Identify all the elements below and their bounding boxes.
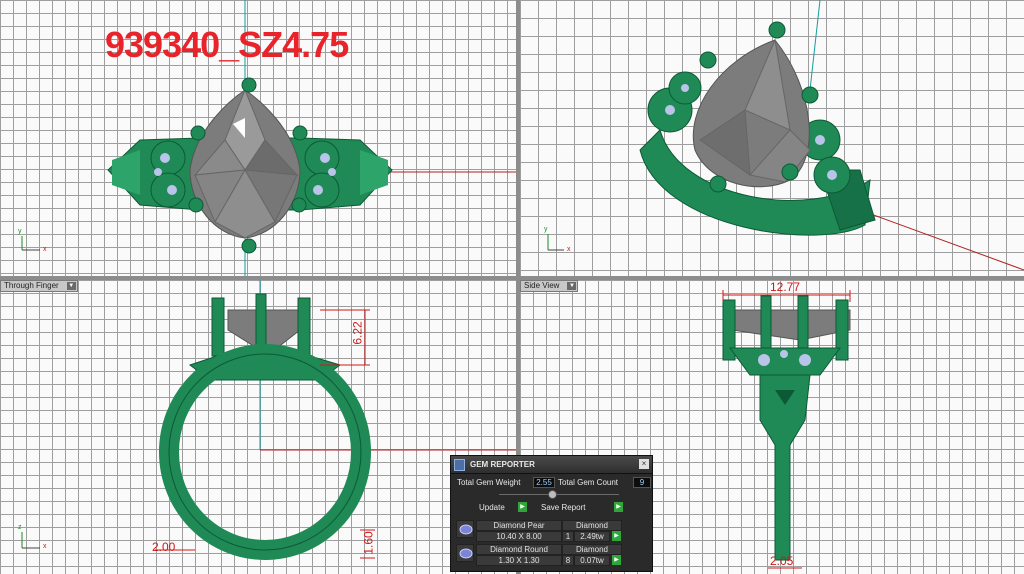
gem-weight: 2.49tw [574,531,610,542]
gem-reporter-title: GEM REPORTER [470,460,535,469]
app-frame: 939340_SZ4.75 y x y x Through Finger ▼ 6… [0,0,1024,574]
x-axis-label-persp: x [567,246,571,253]
total-weight-label: Total Gem Weight [457,478,521,487]
gem-type: Diamond [562,520,622,531]
viewport-through-finger[interactable]: Through Finger ▼ 6.22 2.00 1.60 z x [0,280,516,574]
x-axis-label: x [43,246,47,253]
gem-name: Diamond Pear [476,520,562,531]
dim-prong-height: 6.22 [350,321,365,345]
viewport-perspective[interactable]: y x [520,0,1024,276]
y-axis-label-persp: y [544,226,548,233]
total-count-label: Total Gem Count [558,478,619,487]
dim-shank-thickness: 1.60 [361,531,376,555]
gem-name: Diamond Round [476,544,562,555]
save-report-button[interactable]: Save Report ▶ [541,502,623,513]
dim-head-width: 12.77 [770,280,801,294]
close-icon[interactable]: × [639,459,649,469]
ring-through-finger-view [21,280,516,560]
gem-size: 10.40 X 8.00 [476,531,562,542]
viewport-top[interactable]: 939340_SZ4.75 y x [0,0,516,276]
gem-weight: 0.07tw [574,555,610,566]
gem-count: 8 [562,555,574,566]
ring-perspective-view [547,0,1024,271]
total-count-value: 9 [633,477,651,488]
gem-reporter-header[interactable]: GEM REPORTER × [451,456,652,474]
slider-track[interactable] [499,494,619,495]
gem-count: 1 [562,531,574,542]
gem-logo-icon [454,459,465,471]
round-gem-icon [456,544,474,562]
dim-shank-width: 2.00 [152,540,176,554]
dim-band-width: 2.05 [770,554,794,568]
play-icon[interactable]: ▶ [614,502,623,512]
total-weight-value: 2.55 [533,477,555,488]
gem-size: 1.30 X 1.30 [476,555,562,566]
model-title: 939340_SZ4.75 [105,24,349,65]
play-icon[interactable]: ▶ [518,502,527,512]
update-button[interactable]: Update ▶ [479,502,527,513]
z-axis-label: z [18,524,22,531]
x-axis-label-finger: x [43,543,47,550]
slider-knob[interactable] [548,490,557,499]
gem-row[interactable]: Diamond Pear Diamond 10.40 X 8.00 1 2.49… [456,520,647,542]
play-icon[interactable]: ▶ [612,531,621,541]
gem-row[interactable]: Diamond Round Diamond 1.30 X 1.30 8 0.07… [456,544,647,566]
gem-type: Diamond [562,544,622,555]
y-axis-label: y [18,228,22,235]
gem-reporter-panel[interactable]: GEM REPORTER × Total Gem Weight 2.55 Tot… [450,455,653,572]
play-icon[interactable]: ▶ [612,555,621,565]
pear-gem-icon [456,520,474,538]
